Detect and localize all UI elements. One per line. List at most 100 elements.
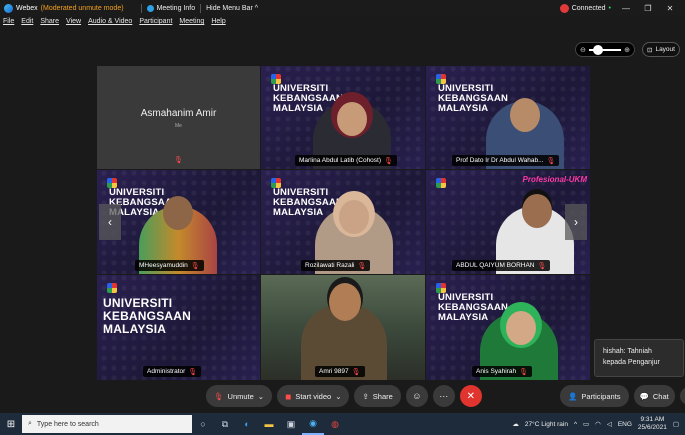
zoom-out-icon[interactable]: ⊖	[580, 46, 586, 54]
tray-chevron-icon[interactable]: ^	[574, 421, 577, 428]
task-view-icon[interactable]: ⧉	[214, 413, 236, 435]
video-tile[interactable]: UNIVERSITI KEBANGSAAN MALAYSIA Administr…	[97, 275, 260, 380]
chat-bubble-icon: 💬	[639, 391, 649, 401]
connection-status: Connected •	[559, 3, 611, 13]
menu-help[interactable]: Help	[211, 18, 225, 32]
menu-view[interactable]: View	[66, 18, 81, 32]
chevron-down-icon[interactable]: ⌄	[258, 392, 264, 401]
video-off-icon: ◼	[285, 391, 292, 401]
video-tile-self[interactable]: Asmahanim Amir Me 🎙	[97, 66, 260, 169]
menu-share[interactable]: Share	[40, 18, 59, 32]
cortana-icon[interactable]: ○	[192, 413, 214, 435]
participant-name-label: Anis Syahirah 🎙	[472, 366, 532, 377]
menu-edit[interactable]: Edit	[21, 18, 33, 32]
muted-mic-icon: 🎙	[214, 391, 224, 401]
zoom-knob[interactable]	[592, 44, 603, 55]
connection-dot-icon: •	[608, 4, 611, 12]
ukm-banner-text: UNIVERSITI KEBANGSAAN MALAYSIA	[103, 296, 192, 336]
clock[interactable]: 9:31 AM 25/6/2021	[638, 416, 667, 432]
chat-notification-popup[interactable]: hishah: Tahniah kepada Penganjur	[594, 339, 684, 377]
muted-mic-icon: 🎙	[537, 262, 547, 270]
file-explorer-icon[interactable]: ▬	[258, 413, 280, 435]
muted-mic-icon: 🎙	[519, 368, 528, 376]
meeting-mode-label: (Moderated unmute mode)	[40, 4, 124, 12]
zoom-slider[interactable]: ⊖ ⊕	[575, 42, 635, 57]
layout-button[interactable]: ⊡ Layout	[642, 42, 680, 57]
menu-participant[interactable]: Participant	[139, 18, 172, 32]
weather-icon: ☁	[512, 421, 519, 428]
minimize-button[interactable]: —	[619, 4, 633, 13]
participant-face	[163, 196, 193, 230]
close-window-button[interactable]: ✕	[663, 4, 677, 13]
participant-face	[506, 311, 536, 345]
system-tray: ☁ 27°C Light rain ^ ▭ ◠ ◁ ENG 9:31 AM 25…	[512, 416, 685, 432]
store-icon[interactable]: ▣	[280, 413, 302, 435]
clock-time: 9:31 AM	[640, 416, 665, 423]
participants-button[interactable]: 👤 Participants	[560, 385, 629, 407]
previous-page-button[interactable]: ‹	[99, 204, 121, 240]
network-icon[interactable]: ◠	[595, 420, 601, 428]
chrome-icon[interactable]: ◍	[324, 413, 346, 435]
chevron-down-icon[interactable]: ⌄	[335, 392, 341, 401]
menu-audio-video[interactable]: Audio & Video	[88, 18, 132, 32]
profesional-ukm-banner: Profesional-UKM	[522, 175, 587, 184]
video-tile[interactable]: UNIVERSITI KEBANGSAAN MALAYSIA Rozilawat…	[261, 170, 425, 274]
meeting-info-button[interactable]: Meeting Info	[146, 4, 195, 12]
video-grid: Asmahanim Amir Me 🎙 UNIVERSITI KEBANGSAA…	[97, 66, 590, 380]
menu-file[interactable]: File	[3, 18, 14, 32]
more-options-button[interactable]: ···	[432, 385, 455, 407]
participant-name-label: ABDUL QAIYUM BORHAN 🎙	[452, 260, 551, 271]
share-button[interactable]: ⇪ Share	[354, 385, 401, 407]
ukm-logo-icon	[436, 178, 446, 188]
zoom-track[interactable]	[588, 44, 622, 55]
muted-mic-icon: 🎙	[188, 368, 198, 376]
muted-mic-icon: 🎙	[190, 262, 200, 270]
video-tile[interactable]: Amri 9897 🎙	[261, 275, 425, 380]
chat-button[interactable]: 💬 Chat	[633, 385, 675, 407]
menu-bar: File Edit Share View Audio & Video Parti…	[0, 18, 226, 32]
video-tile[interactable]: UNIVERSITI KEBANGSAAN MALAYSIA Prof Dato…	[426, 66, 590, 169]
start-video-button[interactable]: ◼ Start video ⌄	[277, 385, 350, 407]
volume-icon[interactable]: ◁	[607, 420, 612, 428]
unmute-button[interactable]: 🎙 Unmute ⌄	[206, 385, 273, 407]
windows-taskbar: ⊞ ⌕ Type here to search ○ ⧉ ◐ ▬ ▣ ◉ ◍ ☁ …	[0, 413, 685, 435]
participant-face	[329, 283, 361, 321]
hide-menu-bar-button[interactable]: Hide Menu Bar ^	[206, 5, 258, 12]
notifications-icon[interactable]: ▢	[673, 420, 679, 428]
next-page-button[interactable]: ›	[565, 204, 587, 240]
panel-controls: 👤 Participants 💬 Chat ···	[560, 385, 685, 407]
muted-mic-icon: 🎙	[384, 157, 393, 165]
title-bar: Webex (Moderated unmute mode) Meeting In…	[0, 0, 685, 16]
video-tile[interactable]: UNIVERSITI KEBANGSAAN MALAYSIA Marlina A…	[261, 66, 425, 169]
muted-mic-icon: 🎙	[351, 368, 361, 376]
person-icon: 👤	[568, 391, 578, 401]
self-me-label: Me	[175, 123, 182, 129]
participant-name-label: Rozilawati Razali 🎙	[301, 260, 371, 271]
panel-more-button[interactable]: ···	[679, 387, 685, 405]
reactions-button[interactable]: ☺	[405, 385, 428, 407]
video-tile[interactable]: UNIVERSITI KEBANGSAAN MALAYSIA Anis Syah…	[426, 275, 590, 380]
muted-mic-icon: 🎙	[357, 262, 367, 270]
participant-face	[522, 194, 552, 228]
participant-name-label: Amri 9897 🎙	[315, 366, 365, 377]
restore-button[interactable]: ❐	[641, 4, 655, 13]
battery-icon[interactable]: ▭	[583, 420, 589, 428]
meeting-controls: 🎙 Unmute ⌄ ◼ Start video ⌄ ⇪ Share ☺ ···…	[206, 385, 482, 407]
language-indicator[interactable]: ENG	[618, 421, 632, 428]
edge-icon[interactable]: ◐	[236, 413, 258, 435]
share-icon: ⇪	[362, 391, 369, 401]
taskbar-search-input[interactable]: ⌕ Type here to search	[22, 415, 192, 433]
weather-text[interactable]: 27°C Light rain	[525, 421, 568, 428]
video-tile[interactable]: UNIVERSITI KEBANGSAAN MALAYSIA MHeesyamu…	[97, 170, 260, 274]
leave-meeting-button[interactable]: ✕	[459, 385, 482, 407]
menu-meeting[interactable]: Meeting	[179, 18, 204, 32]
search-icon: ⌕	[28, 420, 32, 427]
participant-name-label: Marlina Abdul Latib (Cohost) 🎙	[295, 155, 397, 166]
windows-start-icon[interactable]: ⊞	[0, 413, 22, 435]
muted-mic-icon: 🎙	[174, 157, 183, 164]
zoom-in-icon[interactable]: ⊕	[624, 46, 630, 54]
app-title: Webex	[16, 4, 38, 12]
participant-name-label: MHeesyamuddin 🎙	[135, 260, 204, 271]
webex-taskbar-icon[interactable]: ◉	[302, 413, 324, 435]
ukm-banner-text: UNIVERSITI KEBANGSAAN MALAYSIA	[438, 83, 509, 114]
